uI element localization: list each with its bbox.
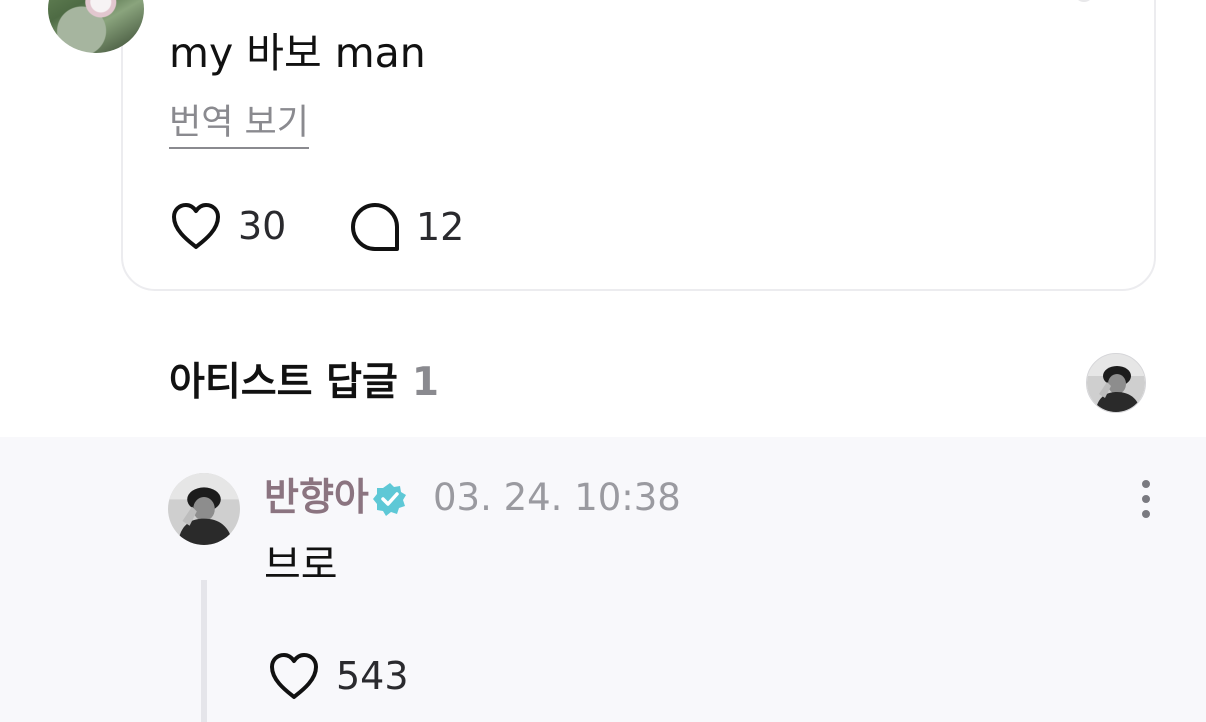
reply-like-count: 543 (336, 654, 409, 698)
reply-author-avatar[interactable] (168, 473, 240, 545)
post-comment-count: 12 (416, 205, 465, 249)
more-options-icon[interactable] (1134, 478, 1158, 520)
artist-photo (168, 473, 240, 545)
reply-text: 브로 (264, 542, 338, 588)
comment-bubble-icon (351, 203, 399, 251)
post-like-count: 30 (238, 204, 287, 248)
heart-icon (270, 653, 318, 699)
reply-author-name[interactable]: 반향아 (264, 474, 369, 520)
artist-avatar-small[interactable] (1086, 353, 1146, 413)
post-comment-button[interactable]: 12 (348, 200, 464, 254)
translate-link[interactable]: 번역 보기 (169, 101, 309, 149)
heart-icon (172, 203, 220, 249)
artist-reply-heading: 아티스트 답글 1 (169, 358, 439, 408)
post-like-button[interactable]: 30 (168, 200, 286, 252)
reply-like-button[interactable]: 543 (266, 650, 409, 702)
verified-badge-icon (373, 483, 406, 516)
artist-photo (1087, 354, 1145, 412)
artist-reply-count: 1 (411, 360, 439, 405)
reply-timestamp: 03. 24. 10:38 (433, 476, 681, 519)
thread-line (201, 580, 207, 722)
post-text: my 바보 man (169, 29, 426, 77)
artist-reply-title: 아티스트 답글 (169, 360, 398, 405)
